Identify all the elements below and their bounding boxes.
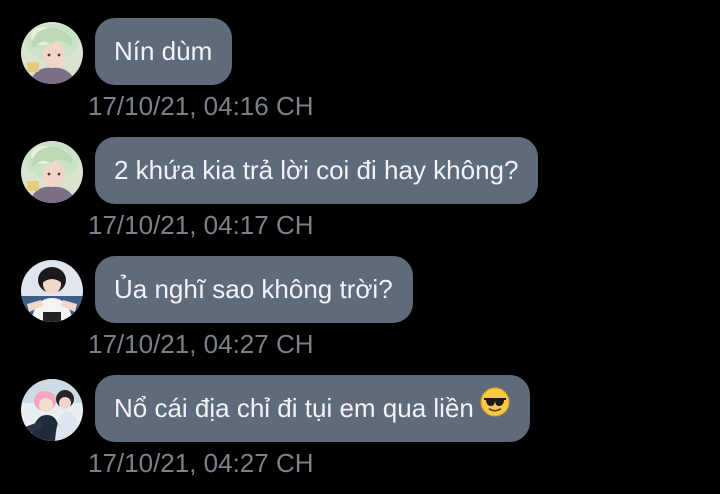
avatar-pink-hair-icon [21, 379, 83, 441]
avatar-pastel-hair-icon [21, 141, 83, 203]
message-bubble[interactable]: 2 khứa kia trả lời coi đi hay không? [95, 137, 539, 204]
message-timestamp: 17/10/21, 04:27 CH [88, 329, 314, 359]
message-bubble[interactable]: Nổ cái địa chỉ đi tụi em qua liền [95, 375, 530, 442]
message-timestamp: 17/10/21, 04:16 CH [88, 91, 314, 121]
chat-thread: Nín dùm 17/10/21, 04:16 CH 2 khứa kia tr… [0, 0, 720, 485]
message-text: Nổ cái địa chỉ đi tụi em qua liền [114, 393, 474, 423]
avatar[interactable] [21, 22, 83, 84]
message-row: Nổ cái địa chỉ đi tụi em qua liền 17/10/… [0, 375, 720, 494]
avatar-dark-hair-icon [21, 260, 83, 322]
message-row: Nín dùm 17/10/21, 04:16 CH [0, 18, 720, 137]
avatar-pastel-hair-icon [21, 22, 83, 84]
message-timestamp: 17/10/21, 04:27 CH [88, 448, 314, 478]
avatar[interactable] [21, 379, 83, 441]
message-text: Ủa nghĩ sao không trời? [114, 274, 393, 304]
message-text: 2 khứa kia trả lời coi đi hay không? [114, 155, 519, 185]
message-row: 2 khứa kia trả lời coi đi hay không? 17/… [0, 137, 720, 256]
avatar[interactable] [21, 141, 83, 203]
message-text: Nín dùm [114, 36, 213, 66]
message-bubble[interactable]: Nín dùm [95, 18, 233, 85]
avatar[interactable] [21, 260, 83, 322]
sunglasses-emoji-icon [480, 375, 510, 442]
message-timestamp: 17/10/21, 04:17 CH [88, 210, 314, 240]
message-row: Ủa nghĩ sao không trời? 17/10/21, 04:27 … [0, 256, 720, 375]
message-bubble[interactable]: Ủa nghĩ sao không trời? [95, 256, 413, 323]
